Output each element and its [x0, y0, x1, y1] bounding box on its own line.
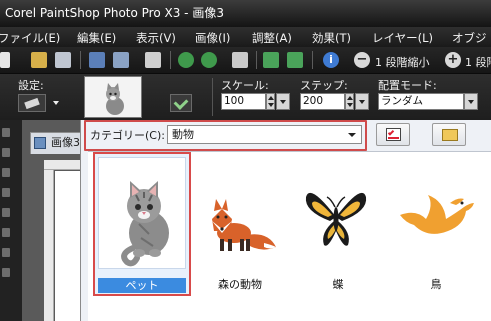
- export-icon[interactable]: [287, 52, 303, 68]
- scale-spinner[interactable]: [266, 93, 275, 110]
- step-label: ステップ:: [300, 79, 348, 92]
- zoom-out-icon[interactable]: −: [354, 52, 370, 68]
- menu-effects[interactable]: 効果(T): [312, 30, 351, 46]
- toolbar-separator: [170, 51, 171, 69]
- scale-label: スケール:: [221, 79, 269, 92]
- tool-icon[interactable]: [2, 148, 10, 157]
- placement-mode-dropdown[interactable]: [464, 93, 478, 110]
- toolbar-separator: [312, 51, 313, 69]
- apply-settings-icon[interactable]: [170, 94, 192, 112]
- tool-icon[interactable]: [2, 168, 10, 177]
- new-file-icon[interactable]: [0, 52, 10, 68]
- placement-mode-select[interactable]: ランダム: [378, 93, 464, 110]
- butterfly-icon: [305, 192, 367, 246]
- vertical-ruler: [44, 170, 54, 321]
- options-separator: [212, 78, 213, 116]
- window-title: Corel PaintShop Photo Pro X3 - 画像3: [5, 6, 224, 20]
- document-tab-label: 画像3: [51, 136, 80, 149]
- settings-label: 設定:: [18, 79, 44, 92]
- folder-icon: [442, 129, 458, 141]
- tube-item-butterfly[interactable]: 蝶: [289, 152, 387, 296]
- menu-bar: ファイル(E) 編集(E) 表示(V) 画像(I) 調整(A) 効果(T) レイ…: [0, 27, 491, 47]
- menu-edit[interactable]: 編集(E): [77, 30, 116, 46]
- tube-item-bird[interactable]: 鳥: [387, 152, 485, 296]
- menu-adjust[interactable]: 調整(A): [252, 30, 292, 46]
- tool-icon[interactable]: [2, 208, 10, 217]
- import-icon[interactable]: [263, 52, 279, 68]
- category-select[interactable]: 動物: [167, 125, 362, 144]
- print-icon[interactable]: [145, 52, 161, 68]
- menu-view[interactable]: 表示(V): [136, 30, 176, 46]
- scale-input[interactable]: 100: [221, 93, 266, 110]
- tube-item-pet[interactable]: ペット: [93, 152, 191, 296]
- browse-icon[interactable]: [55, 52, 71, 68]
- image-icon: [34, 137, 46, 149]
- tube-item-label: 森の動物: [218, 278, 262, 291]
- undo-icon[interactable]: [178, 52, 194, 68]
- tube-item-label: 鳥: [430, 278, 442, 291]
- chevron-down-icon: [348, 133, 356, 137]
- menu-object[interactable]: オブジ: [452, 30, 487, 46]
- step-spinner[interactable]: [345, 93, 354, 110]
- checklist-icon: [386, 128, 401, 141]
- bird-icon: [400, 195, 474, 234]
- tube-item-label: ペット: [98, 278, 186, 293]
- title-bar: Corel PaintShop Photo Pro X3 - 画像3: [0, 0, 491, 27]
- tube-item-forest-animals[interactable]: 森の動物: [191, 152, 289, 296]
- step-input[interactable]: 200: [300, 93, 345, 110]
- menu-file[interactable]: ファイル(E): [0, 30, 60, 46]
- picture-tube-preview[interactable]: [84, 76, 142, 118]
- fox-icon: [212, 199, 276, 251]
- zoom-in-icon[interactable]: +: [445, 52, 461, 68]
- category-label: カテゴリー(C):: [90, 129, 165, 142]
- toolbar-separator: [256, 51, 257, 69]
- settings-dropdown-icon[interactable]: [53, 101, 59, 105]
- tool-icon[interactable]: [2, 188, 10, 197]
- tools-panel: [0, 120, 22, 321]
- toolbar-separator: [80, 51, 81, 69]
- menu-layer[interactable]: レイヤー(L): [372, 30, 433, 46]
- scale-dropdown[interactable]: [276, 93, 290, 110]
- screenshot-icon[interactable]: [232, 52, 248, 68]
- tube-item-label: 蝶: [332, 278, 344, 291]
- category-value: 動物: [172, 128, 194, 141]
- cat-icon: [121, 181, 169, 267]
- tool-icon[interactable]: [2, 128, 10, 137]
- tube-thumbnail: [292, 155, 380, 267]
- tool-icon[interactable]: [2, 268, 10, 277]
- save-icon[interactable]: [89, 52, 105, 68]
- info-icon[interactable]: i: [323, 52, 339, 68]
- tool-icon[interactable]: [2, 228, 10, 237]
- cat-icon: [106, 83, 124, 115]
- tube-thumbnail: [194, 155, 282, 267]
- main-toolbar: i − 1 段階縮小 + 1 段階拡: [0, 47, 491, 74]
- open-folder-button[interactable]: [432, 123, 466, 146]
- tool-icon[interactable]: [2, 248, 10, 257]
- checklist-button[interactable]: [376, 123, 410, 146]
- tube-thumbnail: [390, 155, 478, 267]
- eraser-icon[interactable]: [18, 94, 46, 112]
- tube-thumbnail: [98, 157, 186, 269]
- redo-icon[interactable]: [201, 52, 217, 68]
- save-as-icon[interactable]: [113, 52, 129, 68]
- tool-options-bar: 設定: スケール: 100 ステップ: 200 配置モード: ランダム: [0, 74, 491, 120]
- zoom-in-label[interactable]: 1 段階拡: [465, 54, 491, 70]
- step-dropdown[interactable]: [355, 93, 369, 110]
- menu-image[interactable]: 画像(I): [195, 30, 230, 46]
- zoom-out-label[interactable]: 1 段階縮小: [375, 54, 430, 70]
- placement-mode-label: 配置モード:: [378, 79, 437, 92]
- open-folder-icon[interactable]: [31, 52, 47, 68]
